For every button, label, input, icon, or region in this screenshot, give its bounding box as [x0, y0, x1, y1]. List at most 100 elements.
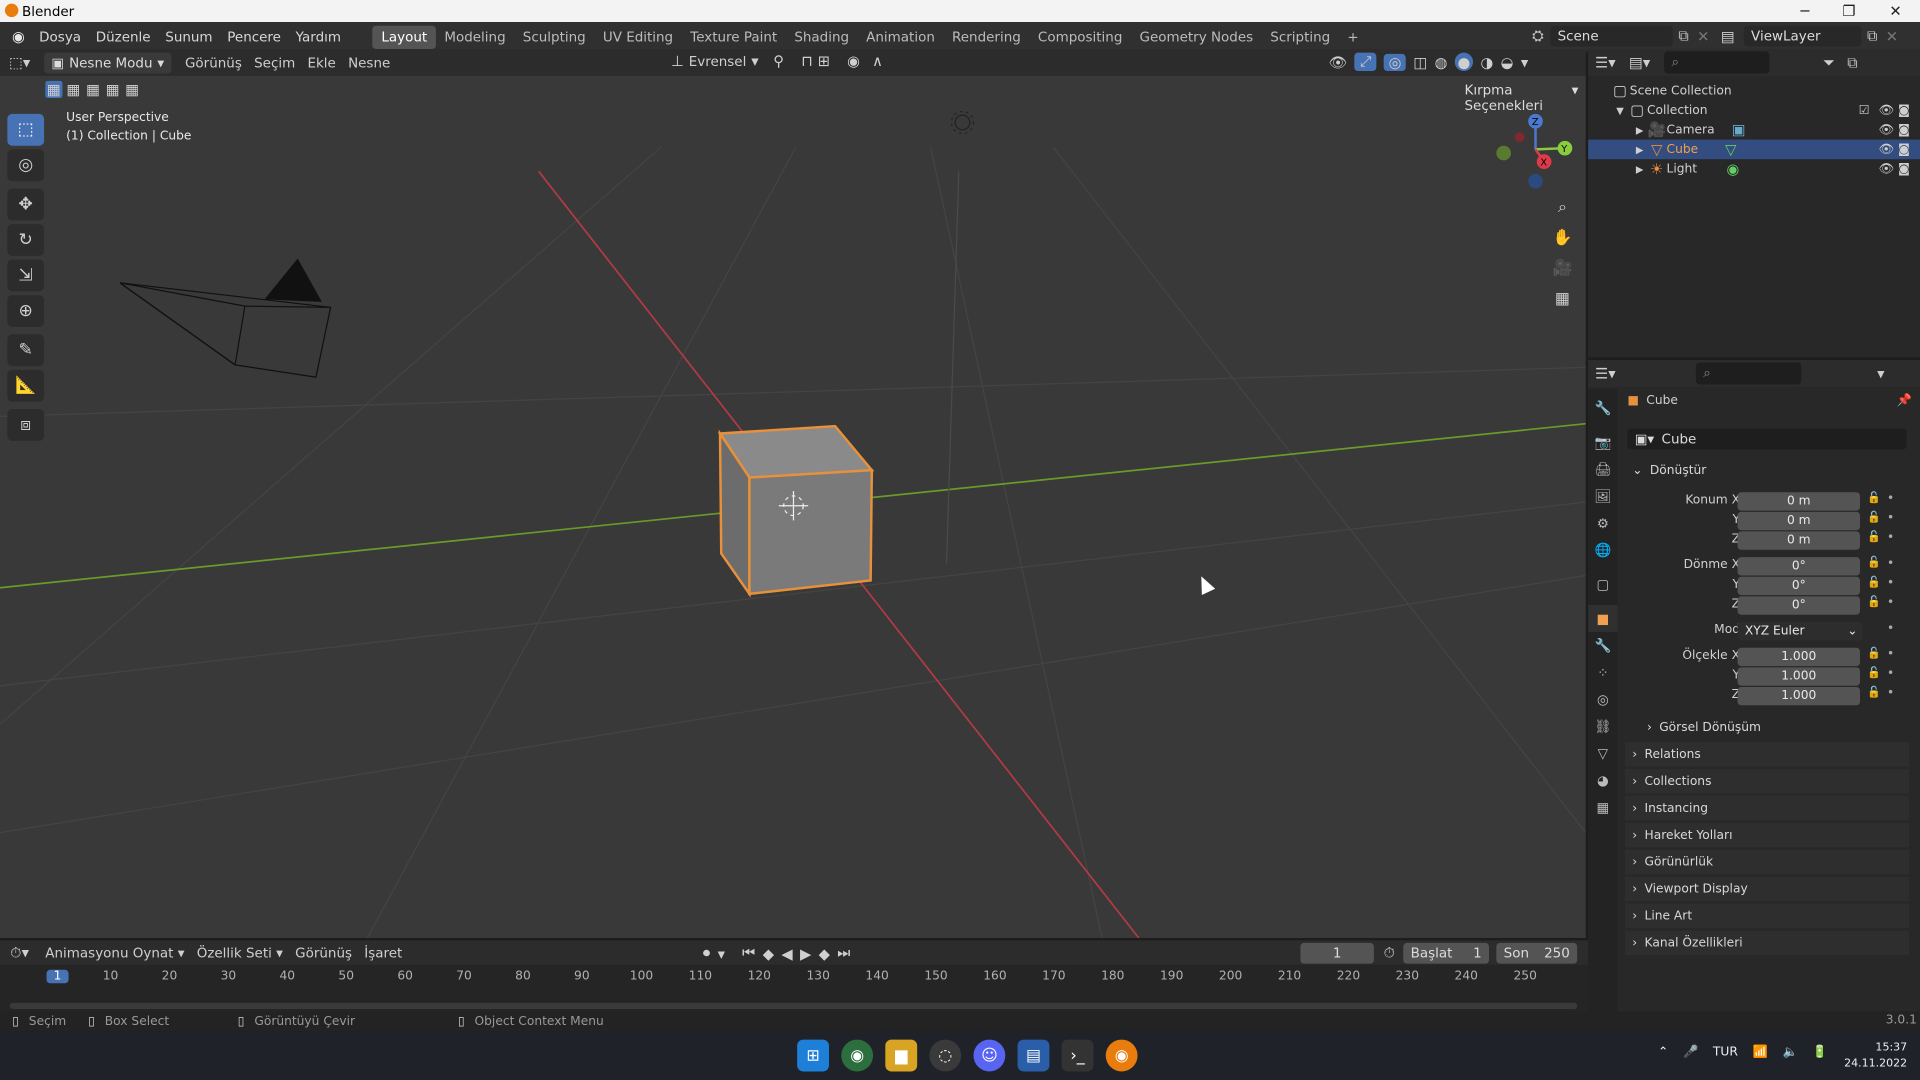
discord-icon[interactable]: ☺ [973, 1039, 1006, 1072]
constraints-tab-icon[interactable]: ⛓ [1588, 713, 1617, 740]
remove-view-layer-icon[interactable]: ✕ [1883, 28, 1900, 45]
move-tool-icon[interactable]: ✥ [7, 188, 45, 221]
keyframe-dot-icon[interactable]: • [1887, 577, 1894, 590]
eye-icon[interactable]: 👁 [1878, 103, 1894, 116]
lock-icon[interactable]: 🔓 [1867, 577, 1881, 589]
tab-sculpting[interactable]: Sculpting [514, 25, 594, 48]
minimize-icon[interactable]: ─ [1783, 0, 1827, 22]
rotation-x-field[interactable]: 0° [1737, 557, 1861, 576]
keyframe-dot-icon[interactable]: • [1887, 648, 1894, 661]
end-frame-field[interactable]: Son 250 [1496, 942, 1578, 964]
chevron-right-icon[interactable]: ▶ [1632, 163, 1647, 174]
close-icon[interactable]: ✕ [1873, 0, 1917, 22]
keyframe-dot-icon[interactable]: • [1887, 492, 1894, 505]
tab-modeling[interactable]: Modeling [436, 25, 514, 48]
menu-render[interactable]: Sunum [158, 29, 220, 45]
next-keyframe-icon[interactable]: ◆ [819, 945, 830, 962]
play-reverse-icon[interactable]: ◀ [781, 945, 792, 962]
camera-object[interactable] [119, 258, 332, 378]
chevron-right-icon[interactable]: ▶ [1632, 144, 1647, 155]
cube-object[interactable] [717, 424, 875, 598]
view-layer-icon[interactable]: ▤ [1712, 28, 1744, 45]
view-layer-selector[interactable]: ViewLayer [1743, 25, 1862, 47]
lock-icon[interactable]: 🔓 [1867, 557, 1881, 569]
remove-scene-icon[interactable]: ✕ [1695, 28, 1712, 45]
scene-canvas[interactable]: Z Y X [0, 49, 1586, 938]
tab-layout[interactable]: Layout [372, 25, 436, 49]
render-camera-icon[interactable]: ◙ [1898, 103, 1910, 116]
scale-z-field[interactable]: 1.000 [1737, 686, 1861, 706]
eye-icon[interactable]: 👁 [1878, 123, 1894, 136]
rotation-y-field[interactable]: 0° [1737, 576, 1861, 596]
prev-keyframe-icon[interactable]: ◆ [763, 945, 774, 962]
lock-icon[interactable]: 🔓 [1867, 512, 1881, 524]
object-tab-icon[interactable]: ■ [1588, 604, 1618, 632]
display-mode-icon[interactable]: ▤▾ [1622, 54, 1656, 71]
keyframe-dot-icon[interactable]: • [1887, 687, 1894, 700]
delta-transform-header[interactable]: › Görsel Dönüşüm [1640, 715, 1909, 739]
tab-rendering[interactable]: Rendering [943, 25, 1029, 48]
section-viewport-display[interactable]: › Viewport Display [1624, 876, 1909, 902]
section-visibility[interactable]: › Görünürlük [1624, 849, 1909, 875]
collection-tab-icon[interactable]: ▢ [1588, 571, 1617, 598]
keyframe-dot-icon[interactable]: • [1887, 557, 1894, 570]
windows-start-icon[interactable]: ⊞ [797, 1039, 829, 1072]
editor-type-icon[interactable]: ☰▾ [1588, 365, 1622, 382]
terminal-icon[interactable]: ›_ [1061, 1039, 1094, 1072]
playhead-frame[interactable]: 1 [46, 969, 69, 984]
rotation-mode-select[interactable]: XYZ Euler ⌄ [1737, 622, 1863, 641]
new-collection-icon[interactable]: ⧉ [1847, 53, 1858, 71]
wifi-icon[interactable]: 📶 [1753, 1046, 1768, 1059]
select-box-icon[interactable]: ⬚ [7, 113, 45, 146]
blender-menu-icon[interactable]: ◉ [5, 28, 32, 45]
outliner-scene-collection[interactable]: ▢ Scene Collection [1588, 81, 1920, 101]
material-tab-icon[interactable]: ◕ [1588, 767, 1617, 794]
add-workspace-button[interactable]: + [1339, 25, 1367, 48]
eye-icon[interactable]: 👁 [1878, 162, 1894, 175]
menu-edit[interactable]: Düzenle [88, 29, 158, 45]
viewport-3d[interactable]: ⬚▾ ▣ Nesne Modu ▾ Görünüş Seçim Ekle Nes… [0, 48, 1586, 938]
tool-tab-icon[interactable]: 🔧 [1588, 394, 1617, 421]
transform-tool-icon[interactable]: ⊕ [7, 295, 45, 327]
chevron-down-icon[interactable]: ▼ [1613, 105, 1628, 116]
scale-tool-icon[interactable]: ⇲ [7, 259, 45, 292]
annotate-tool-icon[interactable]: ✎ [7, 334, 45, 367]
output-tab-icon[interactable]: 🖨 [1588, 456, 1617, 483]
jump-end-icon[interactable]: ⏭ [837, 944, 850, 962]
render-camera-icon[interactable]: ◙ [1898, 123, 1910, 136]
add-cube-tool-icon[interactable]: ⧈ [7, 408, 45, 441]
menu-window[interactable]: Pencere [220, 29, 288, 45]
chevron-down-icon[interactable]: ▾ [718, 945, 725, 962]
section-line-art[interactable]: › Line Art [1624, 903, 1909, 929]
start-frame-field[interactable]: Başlat 1 [1403, 942, 1489, 964]
section-custom-properties[interactable]: › Kanal Özellikleri [1624, 930, 1909, 956]
volume-icon[interactable]: 🔈 [1782, 1046, 1797, 1059]
jump-start-icon[interactable]: ⏮ [742, 944, 755, 962]
checkbox-icon[interactable]: ☑ [1859, 103, 1870, 116]
new-view-layer-icon[interactable]: ⧉ [1861, 27, 1883, 45]
keying-menu[interactable]: Özellik Seti ▾ [191, 945, 289, 961]
particles-tab-icon[interactable]: ⁘ [1588, 659, 1617, 686]
tab-texture-paint[interactable]: Texture Paint [682, 25, 786, 48]
section-collections[interactable]: › Collections [1624, 768, 1909, 794]
tab-scripting[interactable]: Scripting [1262, 25, 1339, 48]
marker-menu[interactable]: İşaret [358, 945, 408, 961]
keyframe-dot-icon[interactable]: • [1887, 667, 1894, 680]
navigation-gizmo[interactable]: Z Y X [1496, 113, 1573, 189]
editor-type-icon[interactable]: ⏱▾ [0, 943, 39, 961]
location-x-field[interactable]: 0 m [1737, 492, 1861, 511]
chevron-up-icon[interactable]: ⌃ [1658, 1046, 1668, 1059]
rotation-z-field[interactable]: 0° [1737, 596, 1861, 615]
world-tab-icon[interactable]: 🌐 [1588, 536, 1617, 563]
data-tab-icon[interactable]: ▽ [1588, 740, 1617, 767]
view-layer-tab-icon[interactable]: 🖼 [1588, 482, 1617, 509]
section-instancing[interactable]: › Instancing [1624, 795, 1909, 821]
pan-hand-icon[interactable]: ✋ [1549, 224, 1576, 251]
object-name-field[interactable]: ▣▾ Cube [1627, 428, 1907, 450]
timeline-scrollbar[interactable] [9, 1002, 1578, 1009]
new-scene-icon[interactable]: ⧉ [1673, 27, 1695, 45]
chevron-down-icon[interactable]: ▾ [1877, 365, 1884, 382]
tab-uv-editing[interactable]: UV Editing [594, 25, 681, 48]
cursor-tool-icon[interactable]: ◎ [7, 149, 45, 182]
texture-tab-icon[interactable]: ▦ [1588, 793, 1617, 820]
